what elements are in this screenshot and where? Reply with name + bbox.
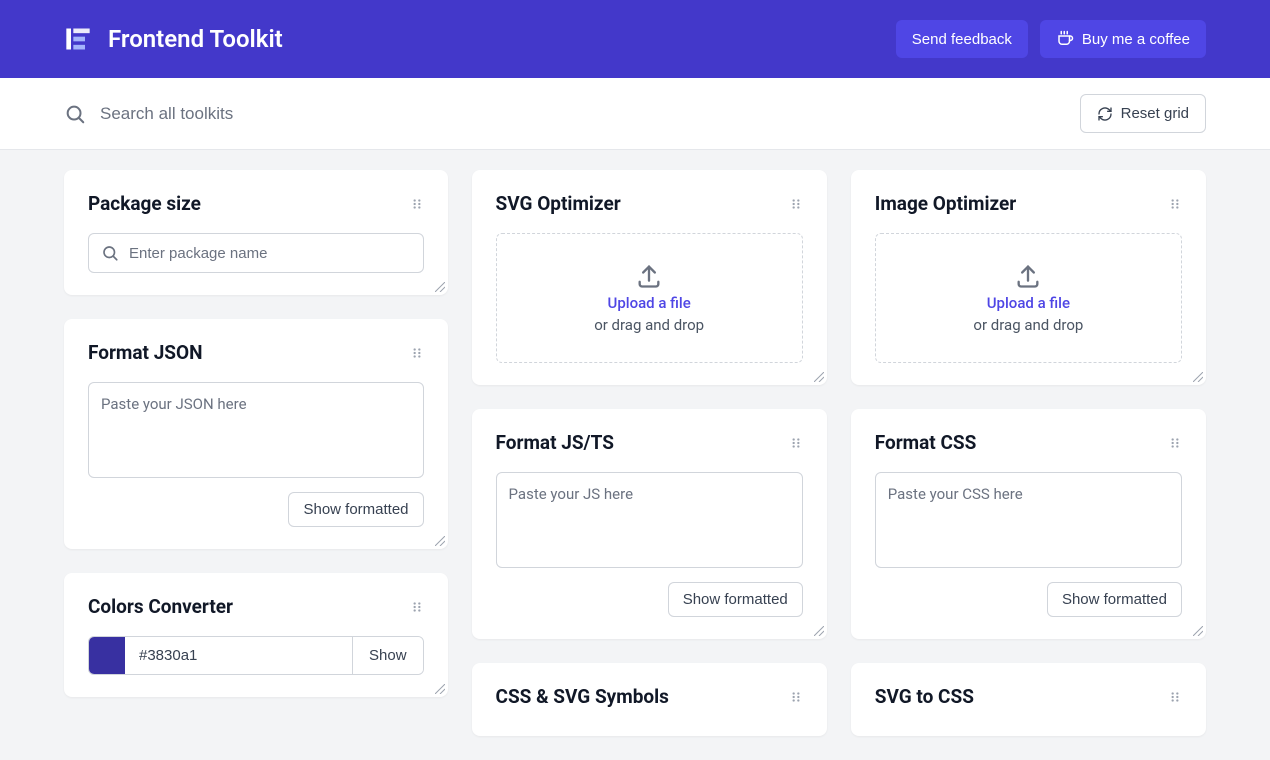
drag-handle-icon[interactable] [410, 600, 424, 614]
card-svg-to-css: SVG to CSS [851, 663, 1206, 736]
resize-handle-icon[interactable] [435, 536, 445, 546]
resize-handle-icon[interactable] [435, 684, 445, 694]
drag-handle-icon[interactable] [789, 436, 803, 450]
drag-handle-icon[interactable] [789, 197, 803, 211]
resize-handle-icon[interactable] [1193, 372, 1203, 382]
drop-hint: or drag and drop [594, 316, 704, 334]
resize-handle-icon[interactable] [814, 372, 824, 382]
send-feedback-label: Send feedback [912, 31, 1012, 48]
drag-handle-icon[interactable] [1168, 436, 1182, 450]
header-actions: Send feedback Buy me a coffee [896, 20, 1206, 58]
card-title: Format CSS [875, 431, 977, 454]
coffee-icon [1056, 30, 1074, 48]
card-css-svg-symbols: CSS & SVG Symbols [472, 663, 827, 736]
buy-coffee-label: Buy me a coffee [1082, 31, 1190, 48]
grid-column: Image Optimizer Upload a file or drag an… [851, 170, 1206, 736]
color-show-button[interactable]: Show [352, 637, 423, 674]
refresh-icon [1097, 106, 1113, 122]
search-input[interactable] [100, 104, 1080, 124]
card-format-css: Format CSS Show formatted [851, 409, 1206, 639]
show-formatted-button[interactable]: Show formatted [288, 492, 423, 527]
show-formatted-button[interactable]: Show formatted [1047, 582, 1182, 617]
card-title: Package size [88, 192, 201, 215]
card-title: Colors Converter [88, 595, 233, 618]
package-name-input[interactable] [129, 245, 411, 262]
resize-handle-icon[interactable] [1193, 626, 1203, 636]
search-bar: Reset grid [0, 78, 1270, 150]
tool-grid: Package size Format JSON Show formatted … [0, 150, 1270, 756]
app-title: Frontend Toolkit [108, 25, 283, 53]
card-format-js: Format JS/TS Show formatted [472, 409, 827, 639]
reset-grid-label: Reset grid [1121, 105, 1189, 122]
search-wrap [64, 103, 1080, 125]
grid-column: Package size Format JSON Show formatted … [64, 170, 448, 736]
grid-column: SVG Optimizer Upload a file or drag and … [472, 170, 827, 736]
card-title: SVG to CSS [875, 685, 974, 708]
json-textarea[interactable] [88, 382, 424, 478]
card-title: CSS & SVG Symbols [496, 685, 669, 708]
drag-handle-icon[interactable] [410, 197, 424, 211]
brand: Frontend Toolkit [64, 25, 283, 53]
reset-grid-button[interactable]: Reset grid [1080, 94, 1206, 133]
upload-file-link[interactable]: Upload a file [608, 294, 691, 312]
js-textarea[interactable] [496, 472, 803, 568]
drop-hint: or drag and drop [973, 316, 1083, 334]
resize-handle-icon[interactable] [435, 282, 445, 292]
resize-handle-icon[interactable] [814, 626, 824, 636]
card-package-size: Package size [64, 170, 448, 295]
color-value-input[interactable] [125, 637, 352, 674]
drag-handle-icon[interactable] [1168, 690, 1182, 704]
image-dropzone[interactable]: Upload a file or drag and drop [875, 233, 1182, 363]
color-input-row: Show [88, 636, 424, 675]
drag-handle-icon[interactable] [410, 346, 424, 360]
buy-coffee-button[interactable]: Buy me a coffee [1040, 20, 1206, 58]
card-title: Format JSON [88, 341, 203, 364]
search-icon [101, 244, 119, 262]
drag-handle-icon[interactable] [1168, 197, 1182, 211]
drag-handle-icon[interactable] [789, 690, 803, 704]
send-feedback-button[interactable]: Send feedback [896, 20, 1028, 58]
package-input-wrap [88, 233, 424, 273]
show-formatted-button[interactable]: Show formatted [668, 582, 803, 617]
app-header: Frontend Toolkit Send feedback Buy me a … [0, 0, 1270, 78]
card-svg-optimizer: SVG Optimizer Upload a file or drag and … [472, 170, 827, 385]
svg-dropzone[interactable]: Upload a file or drag and drop [496, 233, 803, 363]
card-format-json: Format JSON Show formatted [64, 319, 448, 549]
color-swatch [89, 637, 125, 674]
card-colors-converter: Colors Converter Show [64, 573, 448, 697]
css-textarea[interactable] [875, 472, 1182, 568]
upload-icon [1014, 262, 1042, 290]
upload-icon [635, 262, 663, 290]
logo-icon [64, 25, 92, 53]
upload-file-link[interactable]: Upload a file [987, 294, 1070, 312]
search-icon [64, 103, 86, 125]
card-image-optimizer: Image Optimizer Upload a file or drag an… [851, 170, 1206, 385]
card-title: Image Optimizer [875, 192, 1017, 215]
card-title: Format JS/TS [496, 431, 614, 454]
card-title: SVG Optimizer [496, 192, 621, 215]
